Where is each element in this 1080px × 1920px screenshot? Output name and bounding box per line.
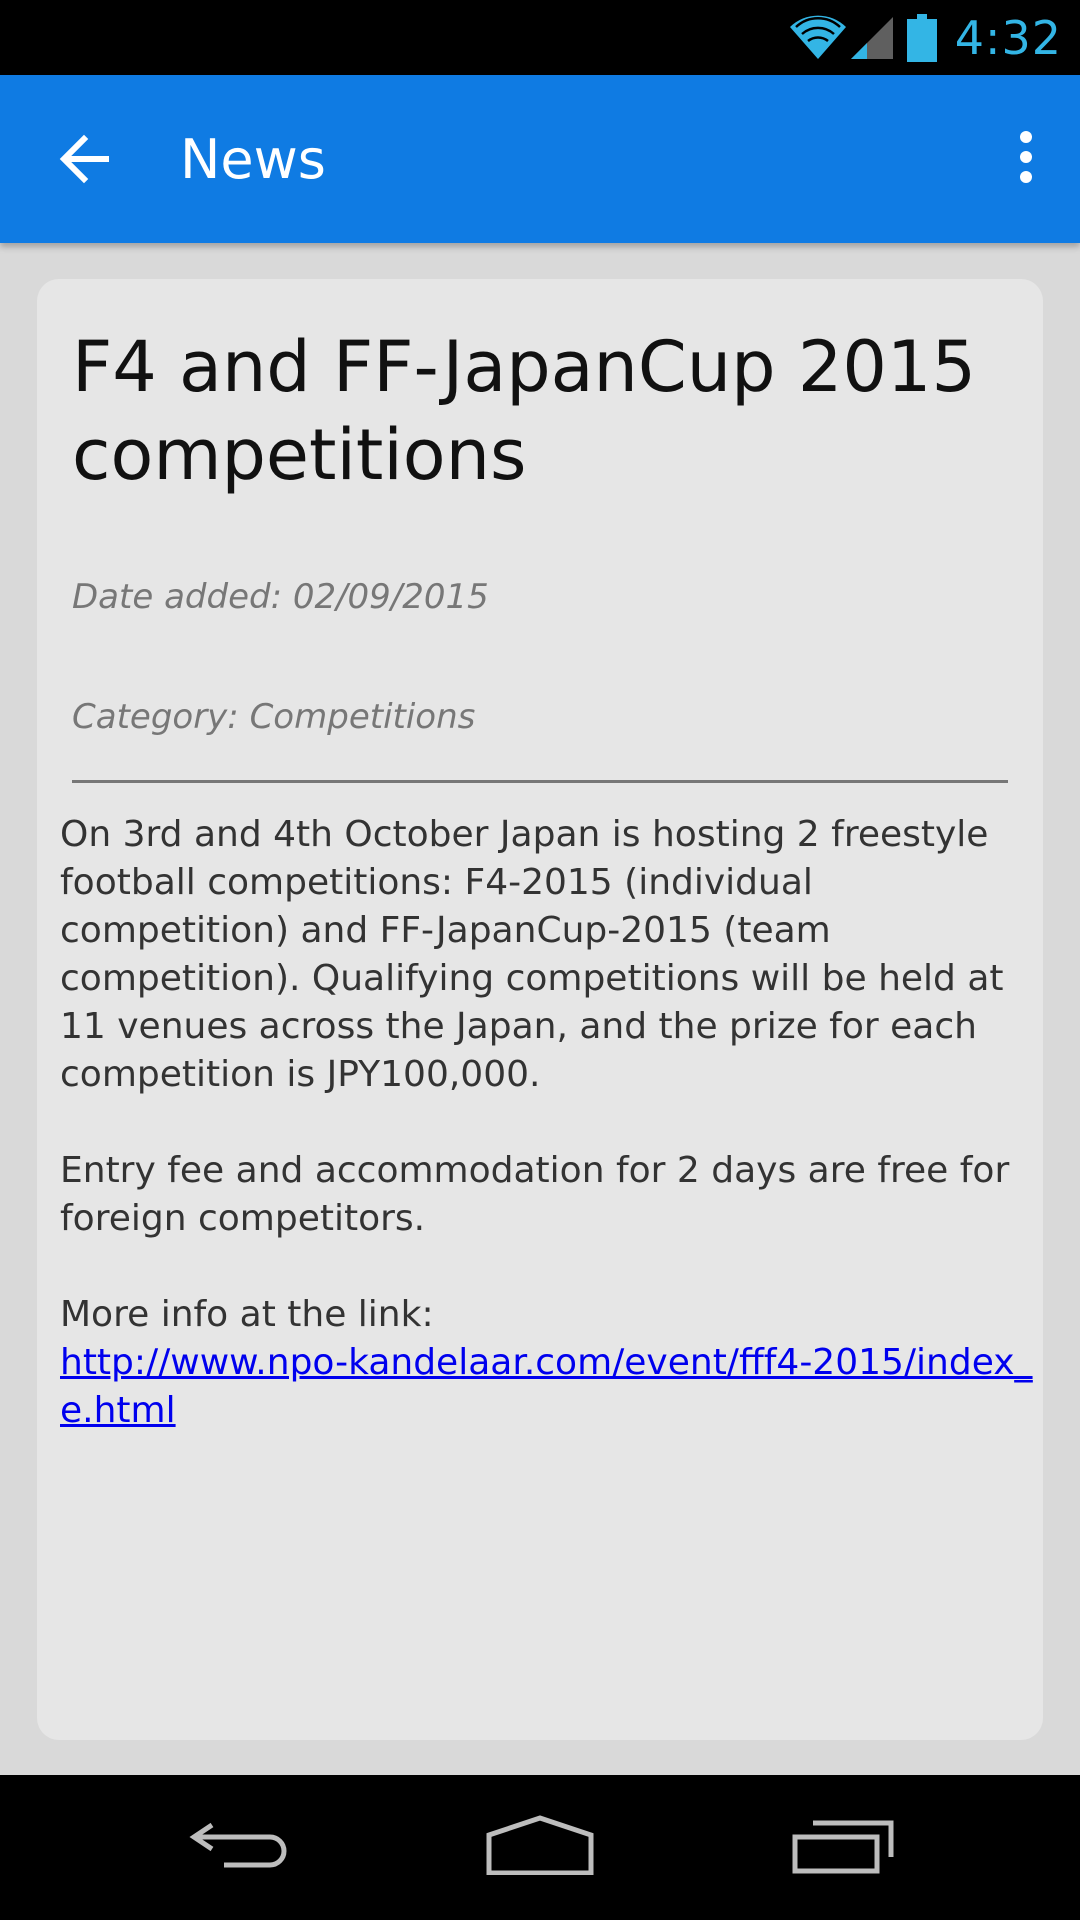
nav-back-button[interactable] xyxy=(175,1795,305,1900)
navigation-bar xyxy=(0,1775,1080,1920)
article-category: Category: Competitions xyxy=(72,697,476,737)
nav-back-icon xyxy=(188,1815,292,1880)
content-area[interactable]: F4 and FF-JapanCup 2015 competitions Dat… xyxy=(0,243,1080,1775)
nav-recents-button[interactable] xyxy=(778,1795,908,1900)
status-bar: 4:32 xyxy=(0,0,1080,75)
article-paragraph: Entry fee and accommodation for 2 days a… xyxy=(60,1150,1010,1239)
event-link[interactable]: http://www.npo-kandelaar.com/event/fff4-… xyxy=(60,1342,1033,1431)
status-icons: 4:32 xyxy=(789,0,1062,75)
cell-signal-icon xyxy=(849,15,895,61)
nav-home-button[interactable] xyxy=(475,1795,605,1900)
battery-icon xyxy=(906,13,937,62)
back-button[interactable] xyxy=(48,125,120,197)
article-paragraph: On 3rd and 4th October Japan is hosting … xyxy=(60,814,1004,1095)
wifi-icon xyxy=(789,15,847,61)
overflow-menu-button[interactable] xyxy=(996,123,1056,195)
article-date: Date added: 02/09/2015 xyxy=(72,577,489,617)
article-body: On 3rd and 4th October Japan is hosting … xyxy=(60,811,1035,1435)
nav-home-icon xyxy=(485,1815,595,1880)
divider xyxy=(72,780,1008,783)
nav-recents-icon xyxy=(791,1815,895,1880)
more-info-label: More info at the link: xyxy=(60,1294,434,1335)
more-vert-icon xyxy=(1018,130,1034,189)
news-card: F4 and FF-JapanCup 2015 competitions Dat… xyxy=(37,279,1043,1740)
app-bar: News xyxy=(0,75,1080,243)
article-title: F4 and FF-JapanCup 2015 competitions xyxy=(72,326,976,496)
status-time: 4:32 xyxy=(954,10,1062,65)
page-title: News xyxy=(180,127,326,191)
more-info-paragraph: More info at the link: http://www.npo-ka… xyxy=(60,1291,1035,1435)
arrow-back-icon xyxy=(56,131,112,192)
